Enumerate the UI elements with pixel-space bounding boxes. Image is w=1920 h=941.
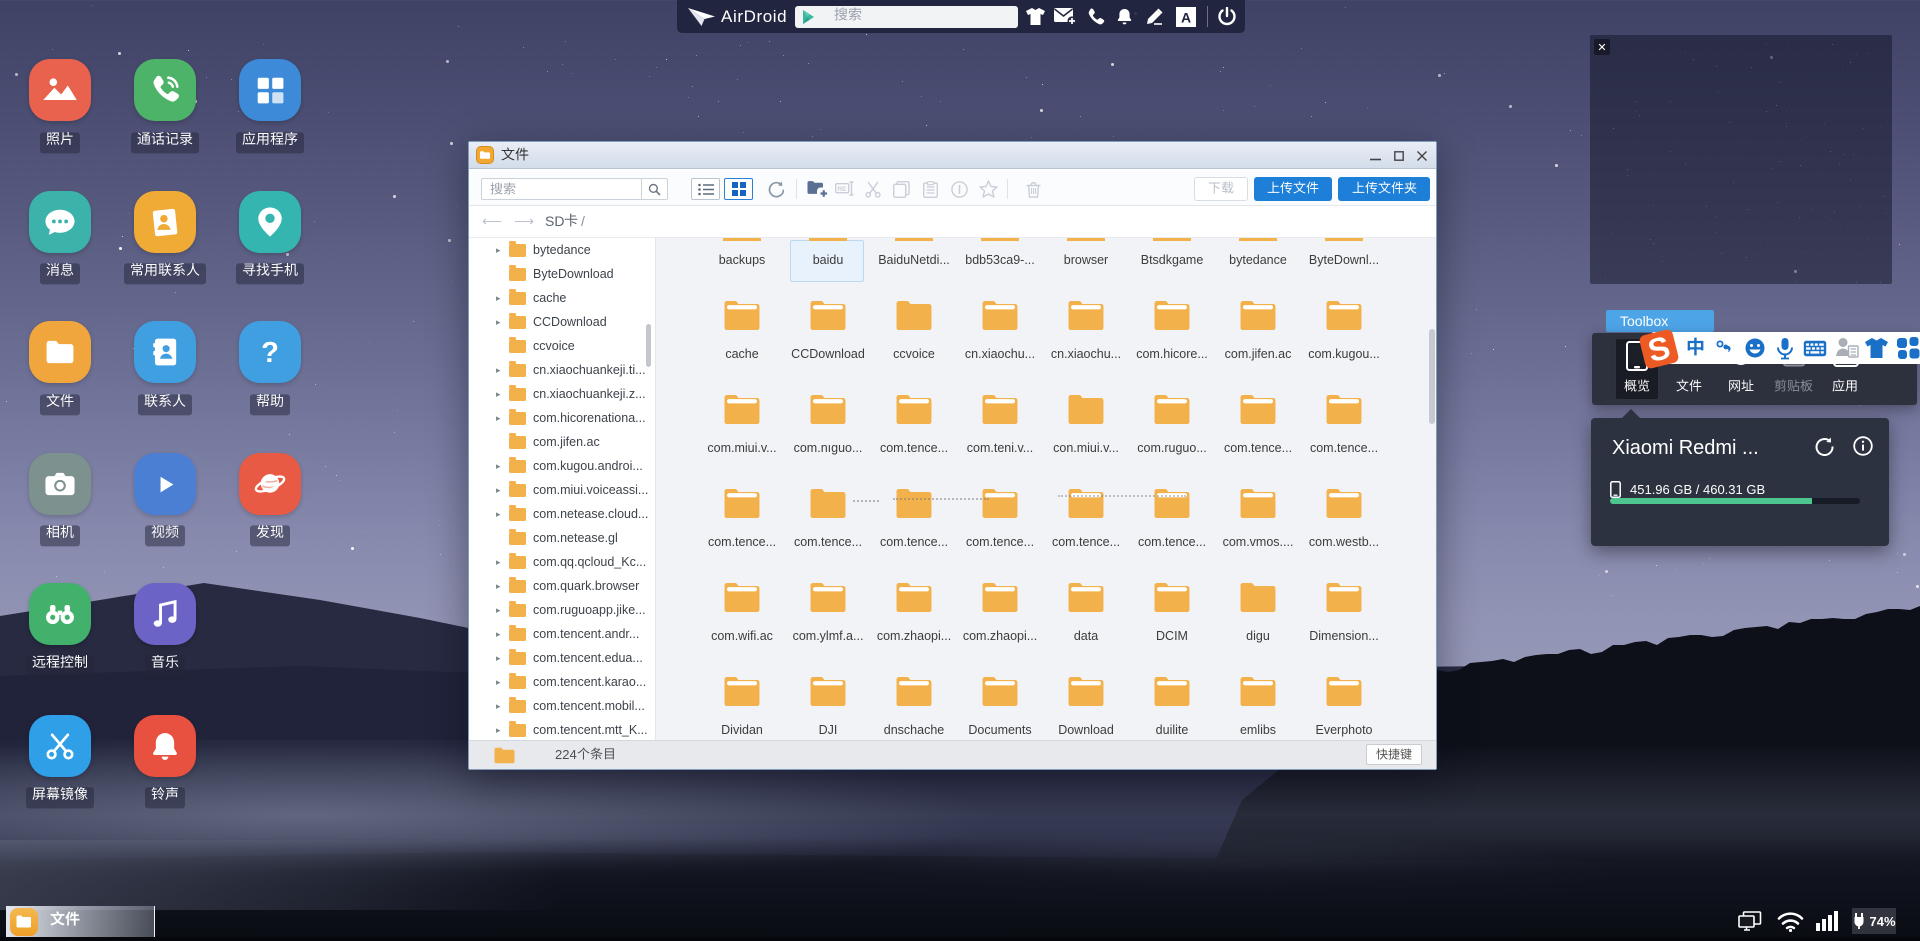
svg-text:?: ? [261,337,279,369]
svg-text:RE: RE [837,186,847,193]
svg-text:A: A [1181,9,1191,25]
